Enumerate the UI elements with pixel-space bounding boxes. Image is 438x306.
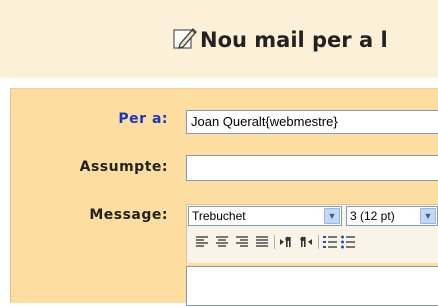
subject-field[interactable] bbox=[186, 155, 438, 181]
font-size-value: 3 (12 pt) bbox=[350, 209, 395, 223]
to-field[interactable]: Joan Queralt{webmestre} bbox=[186, 110, 438, 134]
align-center-icon[interactable] bbox=[214, 234, 230, 250]
unordered-list-icon[interactable] bbox=[340, 234, 356, 250]
title-text: Nou mail per a l bbox=[200, 28, 388, 52]
ltr-icon[interactable] bbox=[278, 234, 294, 250]
font-size-select[interactable]: 3 (12 pt) ▼ bbox=[346, 206, 438, 226]
justify-icon[interactable] bbox=[254, 234, 270, 250]
toolbar-separator bbox=[318, 235, 319, 249]
chevron-down-icon[interactable]: ▼ bbox=[420, 208, 436, 224]
chevron-down-icon[interactable]: ▼ bbox=[324, 208, 340, 224]
font-family-value: Trebuchet bbox=[192, 209, 246, 223]
subject-label: Assumpte: bbox=[79, 159, 168, 175]
header-divider bbox=[0, 78, 438, 88]
ordered-list-icon[interactable] bbox=[322, 234, 338, 250]
message-editor[interactable] bbox=[186, 266, 438, 306]
edit-pencil-icon bbox=[172, 26, 198, 50]
font-family-select[interactable]: Trebuchet ▼ bbox=[188, 206, 342, 226]
align-left-icon[interactable] bbox=[194, 234, 210, 250]
page-title: Nou mail per a l bbox=[172, 26, 388, 52]
message-label: Message: bbox=[89, 207, 168, 223]
toolbar-separator bbox=[274, 235, 275, 249]
rtl-icon[interactable] bbox=[298, 234, 314, 250]
align-right-icon[interactable] bbox=[234, 234, 250, 250]
to-label: Per a: bbox=[118, 111, 168, 127]
